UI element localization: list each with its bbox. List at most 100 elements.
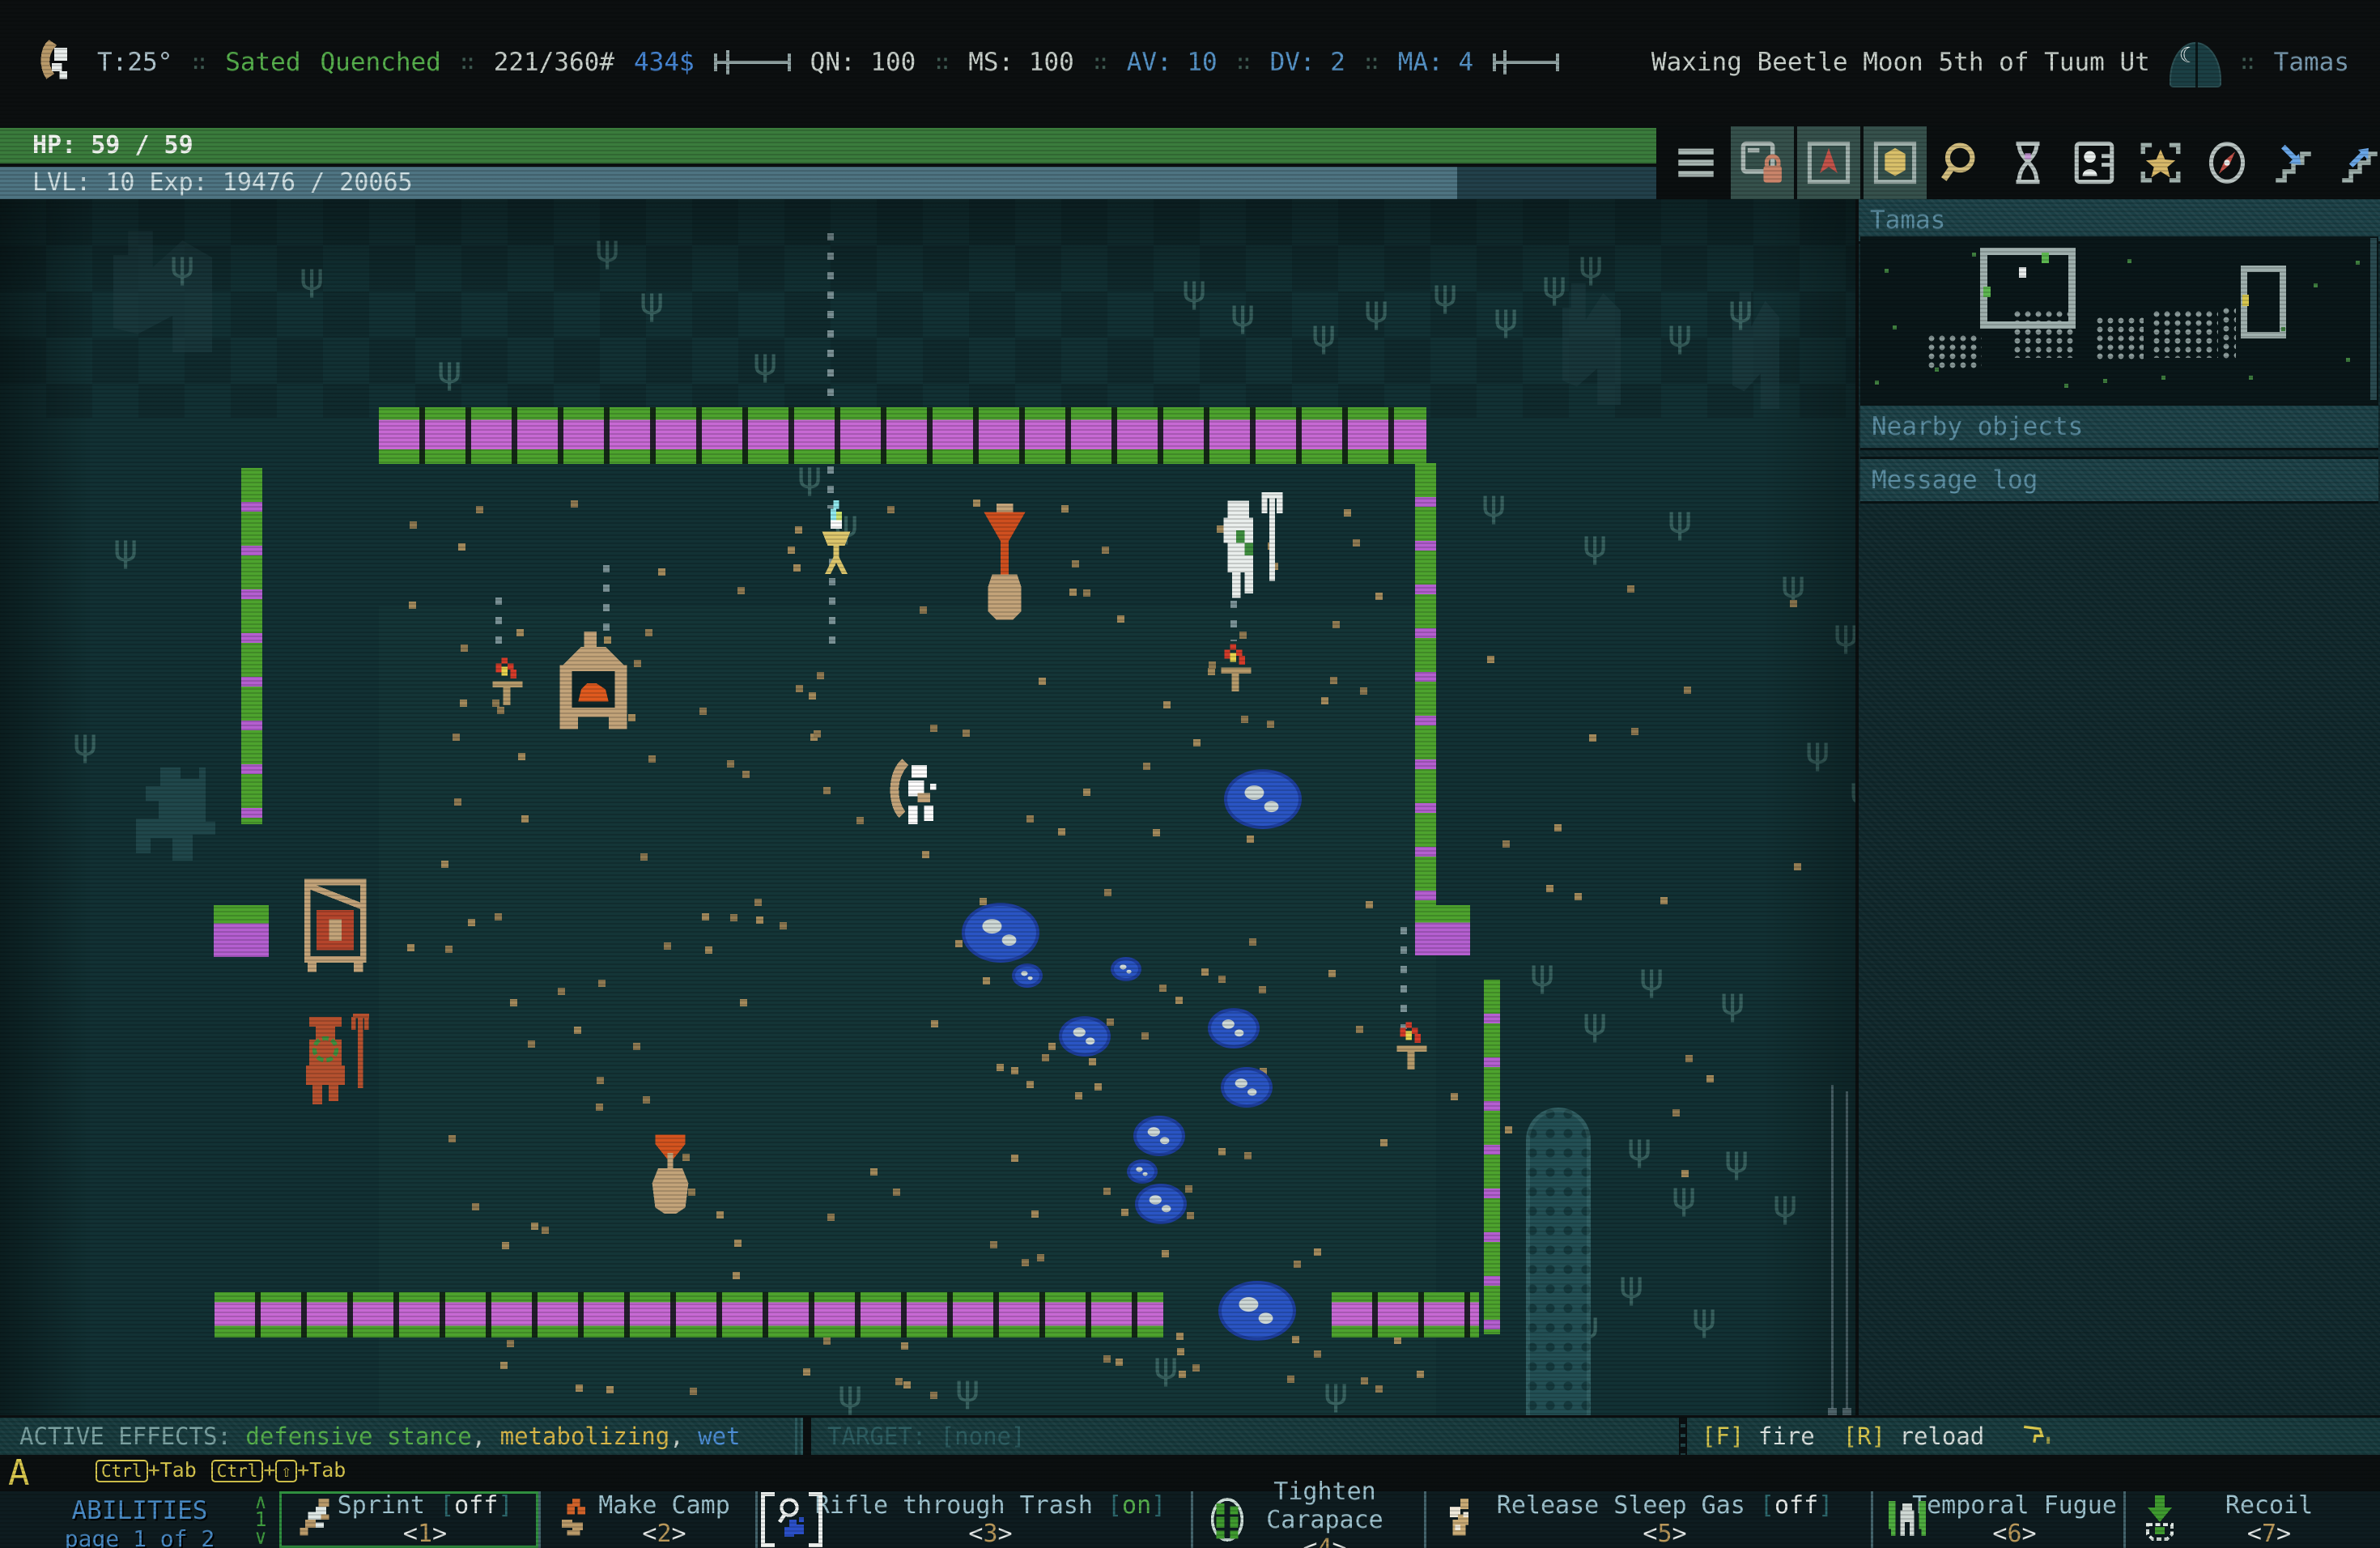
- sand-speck: [468, 919, 475, 926]
- ability-slot-tighten-carapace[interactable]: Tighten Carapace <4>: [1191, 1491, 1424, 1548]
- sand-speck: [1627, 585, 1634, 593]
- grass-tuft: ψ: [1850, 769, 1855, 813]
- player-portrait-icon: [31, 36, 78, 91]
- sand-speck: [1502, 840, 1510, 848]
- wait-icon[interactable]: [1996, 126, 2059, 199]
- sand-speck: [793, 564, 801, 572]
- stat-dv: DV: 2: [1270, 48, 1345, 77]
- ability-slot-recoil[interactable]: Recoil <7>: [2123, 1491, 2380, 1548]
- kiln-sprite[interactable]: [550, 632, 636, 735]
- ability-slot-make-camp[interactable]: Make Camp <2>: [538, 1491, 755, 1548]
- puddle-sprite[interactable]: [1059, 1016, 1111, 1057]
- sand-speck: [648, 755, 656, 763]
- puddle-sprite[interactable]: [1012, 963, 1043, 988]
- favorites-icon[interactable]: [2129, 126, 2192, 199]
- game-map[interactable]: ψψψψψψψψψψψψψψψψψψψψψψψψψψψψψψψψψψψψψψψψ…: [0, 199, 1855, 1415]
- censer-sprite[interactable]: [814, 497, 859, 594]
- sand-speck: [1208, 668, 1215, 675]
- trail-sprite: [1400, 927, 1407, 1029]
- sand-speck: [1094, 1083, 1102, 1091]
- player-character[interactable]: [874, 751, 949, 853]
- minimap-vegetation-dot: [2346, 358, 2350, 362]
- wall-segment: [1484, 980, 1500, 1334]
- torch-sprite[interactable]: [1218, 644, 1254, 721]
- puddle-sprite[interactable]: [1221, 1067, 1273, 1108]
- system-lock-icon[interactable]: [1731, 126, 1794, 199]
- sand-speck: [901, 1342, 908, 1350]
- stairs-down-icon[interactable]: [2262, 126, 2325, 199]
- ability-slot-rifle-through-trash[interactable]: Rifle through Trash [on] <3>: [755, 1491, 1191, 1548]
- reload-key: [R]: [1843, 1423, 1885, 1450]
- toolbar: [1664, 126, 2380, 199]
- loom-sprite[interactable]: [298, 873, 379, 978]
- puddle-sprite[interactable]: [1208, 1008, 1260, 1048]
- effect-metabolizing[interactable]: metabolizing: [500, 1423, 670, 1450]
- puddle-sprite[interactable]: [1224, 769, 1302, 829]
- torch-sprite[interactable]: [490, 657, 525, 735]
- sand-speck: [1083, 789, 1090, 796]
- ability-slot-release-sleep-gas[interactable]: Release Sleep Gas [off] <5>: [1424, 1491, 1871, 1548]
- effect-defensive-stance[interactable]: defensive stance: [245, 1423, 471, 1450]
- sand-speck: [817, 672, 824, 679]
- amphora-sprite[interactable]: [640, 1132, 701, 1223]
- search-icon[interactable]: [1930, 126, 1993, 199]
- grass-tuft: ψ: [838, 1372, 862, 1415]
- sand-speck: [827, 1214, 835, 1221]
- page-down-chevron-icon[interactable]: ∨: [247, 1529, 274, 1546]
- waypoint-icon[interactable]: [1797, 126, 1860, 199]
- sidebar-section-nearby-objects[interactable]: Nearby objects: [1860, 403, 2378, 450]
- farmer-sprite[interactable]: [300, 1010, 377, 1121]
- sand-speck: [1394, 1337, 1401, 1344]
- sand-speck: [1179, 1371, 1186, 1378]
- sand-speck: [780, 922, 787, 929]
- sand-speck: [472, 1203, 479, 1210]
- stat-ma: MA: 4: [1398, 48, 1473, 77]
- sand-speck: [1575, 893, 1582, 900]
- character-sheet-icon[interactable]: [2063, 126, 2126, 199]
- puddle-sprite[interactable]: [1111, 957, 1141, 981]
- campfire-icon: [554, 1495, 596, 1544]
- sand-speck: [658, 568, 665, 576]
- puddle-sprite[interactable]: [1218, 1281, 1296, 1341]
- sand-speck: [518, 753, 525, 760]
- sand-speck: [558, 988, 565, 995]
- hookah-sprite[interactable]: [971, 502, 1038, 630]
- grass-tuft: ψ: [1433, 271, 1457, 315]
- trident-figure-sprite[interactable]: [1214, 492, 1292, 610]
- puddle-sprite[interactable]: [1133, 1116, 1185, 1156]
- effect-wet[interactable]: wet: [698, 1423, 740, 1450]
- sand-speck: [1069, 589, 1077, 596]
- fire-button[interactable]: fire: [1758, 1423, 1815, 1450]
- trail-sprite: [603, 565, 610, 640]
- sand-speck: [754, 899, 762, 906]
- stairs-up-icon[interactable]: [2328, 126, 2380, 199]
- ability-slot-sprint[interactable]: Sprint [off] <1>: [279, 1491, 538, 1548]
- compass-icon[interactable]: [2195, 126, 2259, 199]
- sand-speck: [597, 1077, 604, 1084]
- ability-slot-temporal-fugue[interactable]: Temporal Fugue <6>: [1871, 1491, 2123, 1548]
- sidebar-scrollbar[interactable]: [2370, 238, 2377, 400]
- sand-speck: [1143, 763, 1150, 770]
- menu-icon[interactable]: [1664, 126, 1728, 199]
- sand-speck: [1061, 505, 1069, 512]
- sand-speck: [895, 1378, 903, 1385]
- puddle-sprite[interactable]: [962, 903, 1039, 963]
- sand-speck: [795, 526, 802, 534]
- reload-button[interactable]: reload: [1899, 1423, 1984, 1450]
- minimap-creature-dot: [2042, 253, 2049, 263]
- sand-speck: [742, 771, 750, 778]
- sand-speck: [1681, 1170, 1689, 1177]
- wall-segment: [1415, 905, 1470, 955]
- sand-speck: [1294, 1261, 1301, 1268]
- puddle-sprite[interactable]: [1127, 1159, 1158, 1184]
- torch-sprite[interactable]: [1394, 1022, 1430, 1099]
- loot-icon[interactable]: [1864, 126, 1927, 199]
- minimap[interactable]: [1860, 236, 2378, 403]
- sand-speck: [1330, 677, 1337, 684]
- ghost-sprite: [136, 768, 217, 861]
- sand-speck: [476, 506, 483, 513]
- puddle-sprite[interactable]: [1135, 1184, 1187, 1224]
- sidebar-section-message-log[interactable]: Message log: [1860, 457, 2378, 504]
- minimap-vegetation-dot: [1893, 325, 1897, 330]
- sand-speck: [1218, 976, 1226, 983]
